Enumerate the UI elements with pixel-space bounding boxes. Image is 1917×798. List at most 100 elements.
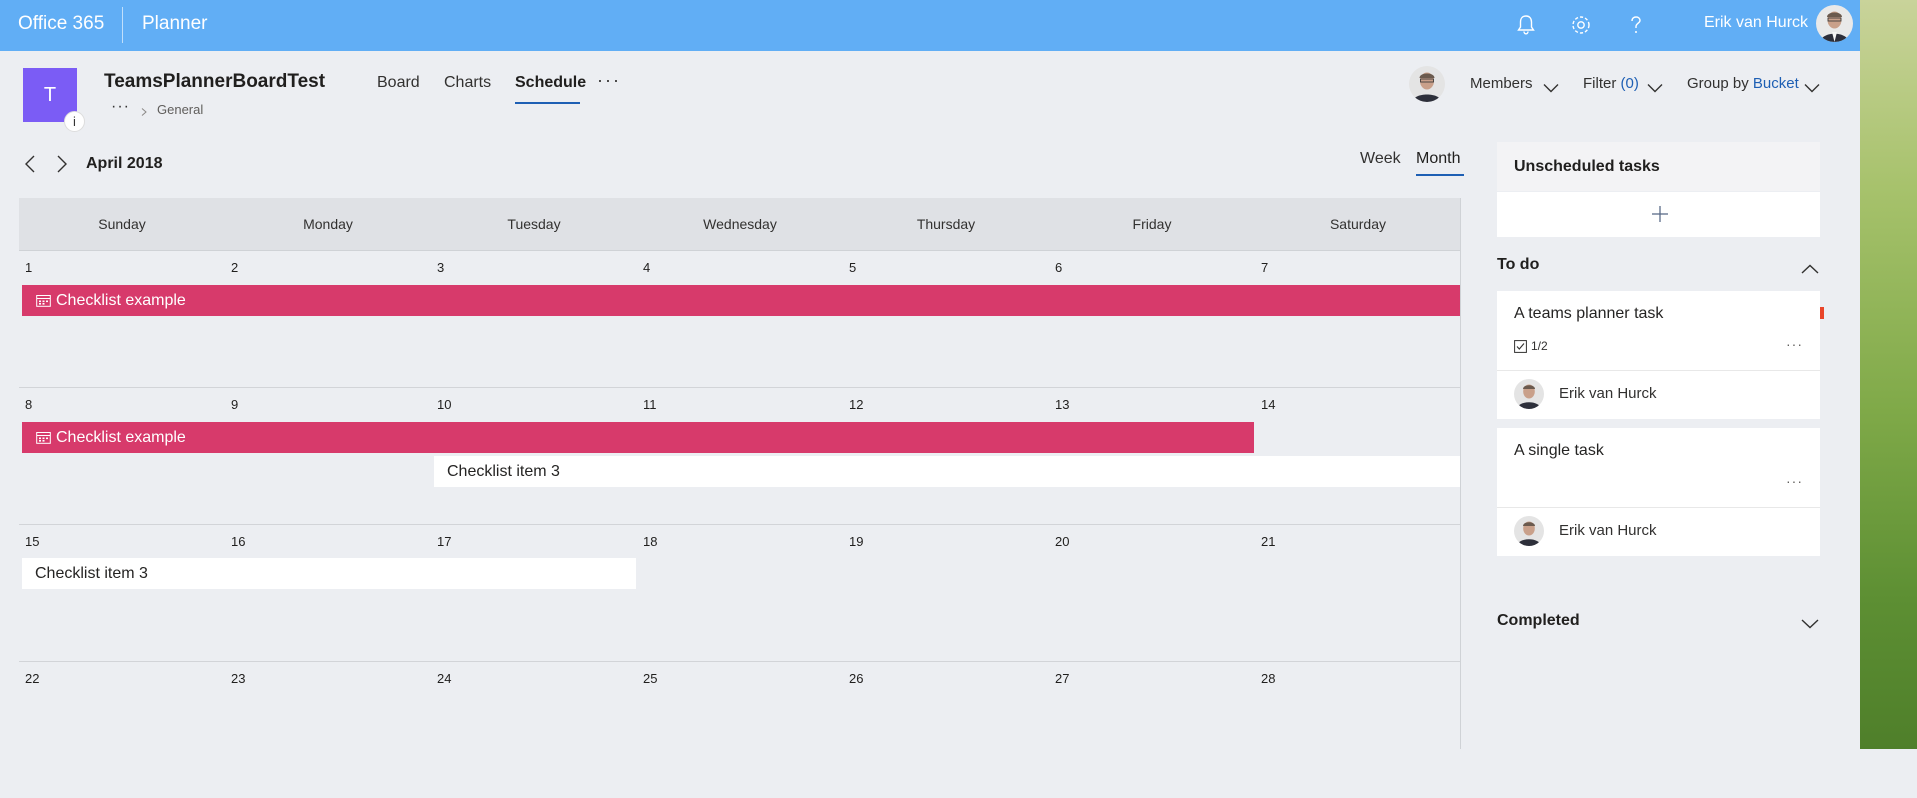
office365-brand[interactable]: Office 365 — [18, 13, 104, 35]
tab-schedule[interactable]: Schedule — [515, 74, 586, 92]
completed-section-title[interactable]: Completed — [1497, 612, 1580, 630]
month-label: April 2018 — [86, 155, 163, 172]
weekday-friday: Friday — [1132, 216, 1172, 232]
task-bar-label: Checklist example — [56, 428, 186, 446]
day-cell-number[interactable]: 23 — [231, 671, 245, 686]
task-more-button[interactable]: ··· — [1786, 473, 1803, 489]
user-name[interactable]: Erik van Hurck — [1704, 14, 1808, 32]
card-divider — [1497, 370, 1820, 371]
members-dropdown[interactable]: Members — [1470, 75, 1533, 92]
task-card[interactable]: A teams planner task 1/2 ··· Erik van Hu… — [1497, 291, 1820, 419]
next-month-icon[interactable] — [56, 154, 68, 174]
weekday-thursday: Thursday — [916, 216, 976, 232]
chevron-down-icon[interactable] — [1801, 616, 1819, 629]
view-month[interactable]: Month — [1416, 150, 1460, 168]
filter-label: Filter — [1583, 75, 1617, 92]
day-cell-number[interactable]: 4 — [643, 260, 650, 275]
info-icon: i — [73, 114, 76, 129]
filter-count: (0) — [1620, 75, 1639, 92]
checklist-progress: 1/2 — [1514, 339, 1548, 353]
task-bar-checklist-example[interactable]: Checklist example — [22, 422, 1254, 453]
calendar-week: 1 2 3 4 5 6 7 Checklist example — [19, 251, 1461, 388]
task-card[interactable]: A single task ··· Erik van Hurck — [1497, 428, 1820, 556]
day-cell-number[interactable]: 21 — [1261, 534, 1275, 549]
day-cell-number[interactable]: 19 — [849, 534, 863, 549]
tab-charts[interactable]: Charts — [444, 74, 491, 92]
member-avatar[interactable] — [1409, 66, 1445, 102]
assignee-avatar — [1514, 379, 1544, 409]
day-cell-number[interactable]: 18 — [643, 534, 657, 549]
unscheduled-tasks-title: Unscheduled tasks — [1514, 158, 1660, 175]
day-cell-number[interactable]: 27 — [1055, 671, 1069, 686]
gear-icon[interactable] — [1568, 12, 1594, 38]
breadcrumb-channel[interactable]: General — [157, 102, 203, 117]
plus-icon — [1651, 205, 1669, 223]
day-cell-number[interactable]: 17 — [437, 534, 451, 549]
view-week[interactable]: Week — [1360, 150, 1401, 168]
calendar-week: 15 16 17 18 19 20 21 Checklist item 3 — [19, 525, 1461, 662]
day-cell-number[interactable]: 25 — [643, 671, 657, 686]
weekday-wednesday: Wednesday — [703, 216, 777, 232]
task-bar-checklist-item-3[interactable]: Checklist item 3 — [22, 558, 636, 589]
app-name[interactable]: Planner — [142, 13, 208, 35]
day-cell-number[interactable]: 20 — [1055, 534, 1069, 549]
day-cell-number[interactable]: 9 — [231, 397, 238, 412]
office-topbar: Office 365 Planner Erik van Hurck — [0, 0, 1860, 51]
day-cell-number[interactable]: 5 — [849, 260, 856, 275]
filter-dropdown[interactable]: Filter (0) — [1583, 75, 1639, 92]
task-title: A teams planner task — [1514, 305, 1664, 322]
task-title: A single task — [1514, 442, 1604, 459]
day-cell-number[interactable]: 13 — [1055, 397, 1069, 412]
day-cell-number[interactable]: 22 — [25, 671, 39, 686]
chevron-down-icon[interactable] — [1804, 80, 1820, 93]
previous-month-icon[interactable] — [24, 154, 36, 174]
assignee-name: Erik van Hurck — [1559, 522, 1657, 539]
task-bar-checklist-item-3[interactable]: Checklist item 3 — [434, 456, 1460, 487]
weekday-tuesday: Tuesday — [507, 216, 561, 232]
day-cell-number[interactable]: 10 — [437, 397, 451, 412]
chevron-up-icon[interactable] — [1801, 261, 1819, 274]
day-cell-number[interactable]: 6 — [1055, 260, 1062, 275]
plan-info-button[interactable]: i — [64, 111, 85, 132]
nav-more-button[interactable]: ··· — [597, 70, 621, 91]
topbar-divider — [122, 7, 123, 43]
weekday-sunday: Sunday — [98, 216, 146, 232]
user-avatar[interactable] — [1816, 5, 1853, 42]
plan-title: TeamsPlannerBoardTest — [104, 71, 326, 92]
day-cell-number[interactable]: 11 — [643, 397, 657, 412]
help-icon[interactable] — [1623, 12, 1649, 38]
weekday-saturday: Saturday — [1329, 216, 1387, 232]
task-bar-label: Checklist item 3 — [35, 564, 148, 582]
calendar-week: 22 23 24 25 26 27 28 — [19, 662, 1461, 798]
desktop-background — [1860, 0, 1917, 749]
day-cell-number[interactable]: 14 — [1261, 397, 1275, 412]
day-cell-number[interactable]: 3 — [437, 260, 444, 275]
tab-board[interactable]: Board — [377, 74, 420, 92]
chevron-right-icon — [140, 103, 148, 116]
task-bar-checklist-example[interactable]: Checklist example — [22, 285, 1460, 316]
members-label: Members — [1470, 75, 1533, 92]
day-cell-number[interactable]: 24 — [437, 671, 451, 686]
day-cell-number[interactable]: 26 — [849, 671, 863, 686]
group-by-dropdown[interactable]: Group by Bucket — [1687, 75, 1799, 92]
group-by-value: Bucket — [1752, 75, 1799, 92]
day-cell-number[interactable]: 28 — [1261, 671, 1275, 686]
chevron-down-icon[interactable] — [1543, 80, 1559, 93]
day-cell-number[interactable]: 12 — [849, 397, 863, 412]
day-cell-number[interactable]: 15 — [25, 534, 39, 549]
day-cell-number[interactable]: 16 — [231, 534, 245, 549]
day-cell-number[interactable]: 8 — [25, 397, 32, 412]
breadcrumb-more-button[interactable]: ··· — [111, 98, 130, 116]
add-task-button[interactable] — [1497, 192, 1820, 237]
day-cell-number[interactable]: 2 — [231, 260, 238, 275]
task-bar-label: Checklist item 3 — [447, 462, 560, 480]
bell-icon[interactable] — [1513, 12, 1539, 38]
task-more-button[interactable]: ··· — [1786, 336, 1803, 352]
task-bar-label: Checklist example — [56, 291, 186, 309]
bucket-todo-title[interactable]: To do — [1497, 256, 1539, 274]
day-cell-number[interactable]: 1 — [25, 260, 32, 275]
plan-tile-letter: T — [43, 83, 57, 106]
active-view-indicator — [1416, 174, 1464, 176]
chevron-down-icon[interactable] — [1647, 80, 1663, 93]
day-cell-number[interactable]: 7 — [1261, 260, 1268, 275]
